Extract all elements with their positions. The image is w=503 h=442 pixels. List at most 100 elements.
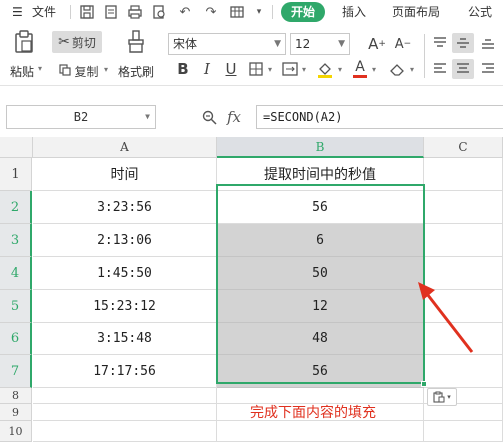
menu-bar: ☰ 文件 ↶ ↷ ▾ 开始 插入 页面布局 公式 — [0, 0, 503, 24]
cell-b7[interactable]: 56 — [217, 355, 424, 388]
chevron-down-icon[interactable]: ▾ — [268, 65, 272, 74]
cell-b4[interactable]: 50 — [217, 257, 424, 290]
chevron-down-icon[interactable]: ▾ — [104, 65, 108, 74]
eraser-icon[interactable] — [386, 59, 408, 79]
bold-icon[interactable]: B — [174, 59, 192, 79]
fill-color-icon[interactable] — [314, 59, 336, 79]
row-header-8[interactable]: 8 — [0, 388, 32, 404]
tab-formula[interactable]: 公式 — [468, 0, 492, 24]
print-preview-icon[interactable] — [150, 3, 168, 21]
row-header-5[interactable]: 5 — [0, 290, 32, 323]
cell-c1[interactable] — [424, 158, 503, 191]
export-pdf-icon[interactable] — [102, 3, 120, 21]
copy-button[interactable]: 复制 — [54, 60, 104, 82]
cell-c3[interactable] — [424, 224, 503, 257]
cell-a1[interactable]: 时间 — [33, 158, 217, 191]
cell-a2[interactable]: 3:23:56 — [33, 191, 217, 224]
cell-b5[interactable]: 12 — [217, 290, 424, 323]
chevron-down-icon: ▼ — [274, 39, 281, 49]
column-header-c[interactable]: C — [424, 137, 503, 158]
align-top-icon[interactable] — [430, 33, 450, 53]
paste-button[interactable]: 粘贴 — [10, 63, 34, 80]
cell-a8[interactable] — [33, 388, 217, 404]
cell-c9[interactable] — [424, 404, 503, 421]
cell-a6[interactable]: 3:15:48 — [33, 323, 217, 355]
font-color-icon[interactable]: A — [350, 57, 370, 79]
divider — [70, 5, 71, 19]
row-header-4[interactable]: 4 — [0, 257, 32, 290]
border-icon[interactable] — [246, 59, 266, 79]
cell-a5[interactable]: 15:23:12 — [33, 290, 217, 323]
clipboard-icon — [433, 391, 445, 403]
format-painter-icon[interactable] — [124, 28, 148, 56]
row-header-9[interactable]: 9 — [0, 404, 32, 421]
ribbon: 粘贴 ▾ ✂ 剪切 复制 ▾ 格式刷 宋体 ▼ 12 ▼ A + A − B I U… — [0, 24, 503, 86]
chevron-down-icon[interactable]: ▾ — [372, 65, 376, 74]
save-icon[interactable] — [78, 3, 96, 21]
fill-handle[interactable] — [421, 381, 427, 387]
cell-a4[interactable]: 1:45:50 — [33, 257, 217, 290]
chevron-down-icon[interactable]: ▾ — [410, 65, 414, 74]
name-box-value: B2 — [73, 110, 89, 124]
cell-b10[interactable] — [217, 421, 424, 442]
zoom-search-icon[interactable] — [200, 107, 218, 127]
format-painter-button[interactable]: 格式刷 — [118, 63, 154, 80]
row-header-2[interactable]: 2 — [0, 191, 32, 224]
cell-b2[interactable]: 56 — [217, 191, 424, 224]
align-center-icon[interactable] — [452, 59, 474, 79]
chevron-down-icon: ▾ — [447, 393, 451, 401]
column-header-b[interactable]: B — [217, 137, 424, 158]
undo-icon[interactable]: ↶ — [176, 3, 194, 21]
select-all-corner[interactable] — [0, 137, 33, 158]
file-menu[interactable]: 文件 — [32, 0, 56, 24]
tab-page-layout[interactable]: 页面布局 — [392, 0, 440, 24]
table-format-icon[interactable] — [228, 3, 246, 21]
tab-start[interactable]: 开始 — [281, 2, 325, 22]
chevron-down-icon[interactable]: ▾ — [302, 65, 306, 74]
cut-label: 剪切 — [71, 35, 96, 50]
paste-icon[interactable] — [12, 28, 36, 56]
name-box[interactable]: B2 ▼ — [6, 105, 156, 129]
italic-icon[interactable]: I — [198, 59, 216, 79]
row-header-6[interactable]: 6 — [0, 323, 32, 355]
align-bottom-icon[interactable] — [478, 33, 498, 53]
chevron-down-icon[interactable]: ▾ — [338, 65, 342, 74]
increase-font-icon[interactable]: A + — [366, 33, 388, 55]
font-size-select[interactable]: 12 ▼ — [290, 33, 350, 55]
chevron-down-icon: ▼ — [338, 39, 345, 49]
divider — [424, 34, 425, 78]
cell-b3[interactable]: 6 — [217, 224, 424, 257]
underline-icon[interactable]: U — [222, 59, 240, 79]
align-middle-icon[interactable] — [452, 33, 474, 53]
align-left-icon[interactable] — [430, 59, 450, 79]
row-header-10[interactable]: 10 — [0, 421, 32, 442]
formula-input[interactable]: =SECOND(A2) — [256, 105, 503, 129]
font-name-select[interactable]: 宋体 ▼ — [168, 33, 286, 55]
print-icon[interactable] — [126, 3, 144, 21]
redo-icon[interactable]: ↷ — [202, 3, 220, 21]
chevron-down-icon[interactable]: ▾ — [38, 64, 42, 73]
cell-c7[interactable] — [424, 355, 503, 388]
row-header-1[interactable]: 1 — [0, 158, 32, 191]
row-header-3[interactable]: 3 — [0, 224, 32, 257]
cell-b1[interactable]: 提取时间中的秒值 — [217, 158, 424, 191]
cell-a9[interactable] — [33, 404, 217, 421]
tab-insert[interactable]: 插入 — [342, 0, 366, 24]
paste-options-button[interactable]: ▾ — [427, 388, 457, 406]
annotation-text: 完成下面内容的填充 — [250, 405, 376, 421]
cell-c10[interactable] — [424, 421, 503, 442]
fx-icon[interactable]: fx — [227, 108, 241, 126]
cell-a10[interactable] — [33, 421, 217, 442]
cut-button[interactable]: ✂ 剪切 — [52, 31, 102, 53]
column-header-a[interactable]: A — [33, 137, 217, 158]
chevron-down-icon[interactable]: ▾ — [250, 3, 268, 21]
cell-c2[interactable] — [424, 191, 503, 224]
cell-b6[interactable]: 48 — [217, 323, 424, 355]
cell-a7[interactable]: 17:17:56 — [33, 355, 217, 388]
align-right-icon[interactable] — [478, 59, 498, 79]
row-header-7[interactable]: 7 — [0, 355, 32, 388]
merge-cells-icon[interactable] — [280, 59, 300, 79]
decrease-font-icon[interactable]: A − — [392, 33, 414, 55]
cell-a3[interactable]: 2:13:06 — [33, 224, 217, 257]
hamburger-icon[interactable]: ☰ — [12, 0, 23, 24]
